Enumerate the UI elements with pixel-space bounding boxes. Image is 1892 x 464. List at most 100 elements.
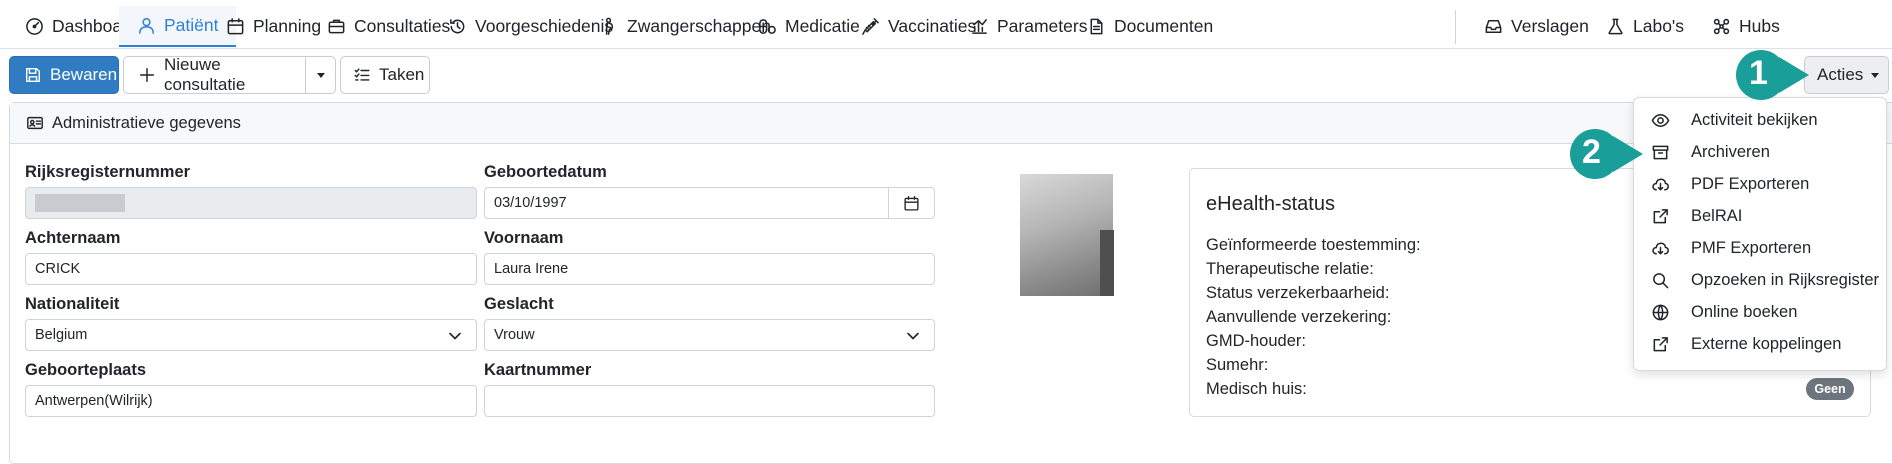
achternaam-field[interactable]: CRICK bbox=[25, 253, 477, 285]
external-link-icon bbox=[1651, 335, 1670, 354]
tab-patient[interactable]: Patiënt bbox=[119, 6, 237, 47]
chart-icon bbox=[970, 17, 989, 36]
document-icon bbox=[1087, 17, 1106, 36]
checklist-icon bbox=[353, 66, 371, 84]
nationaliteit-value: Belgium bbox=[35, 327, 88, 343]
tab-label: Vaccinaties bbox=[888, 16, 977, 36]
callout-step-1: 1 bbox=[1735, 49, 1811, 101]
menu-item-label: PDF Exporteren bbox=[1691, 174, 1810, 193]
kaartnummer-label: Kaartnummer bbox=[484, 361, 592, 379]
tab-label: Parameters bbox=[997, 16, 1088, 36]
tab-zwangerschappen[interactable]: Zwangerschappen bbox=[600, 6, 771, 47]
tab-separator bbox=[1455, 10, 1456, 44]
ehealth-row-aanvullende-verzekering: Aanvullende verzekering: bbox=[1206, 308, 1392, 326]
ehealth-title: eHealth-status bbox=[1206, 193, 1335, 215]
tab-verslagen[interactable]: Verslagen bbox=[1484, 6, 1589, 47]
tab-label: Documenten bbox=[1114, 16, 1214, 36]
menu-item-opzoeken-rijksregister[interactable]: Opzoeken in Rijksregister bbox=[1634, 265, 1886, 295]
kaartnummer-field[interactable] bbox=[484, 385, 935, 417]
date-picker-button[interactable] bbox=[888, 188, 934, 218]
menu-item-pdf-exporteren[interactable]: PDF Exporteren bbox=[1634, 169, 1886, 199]
menu-item-belrai[interactable]: BelRAI bbox=[1634, 201, 1886, 231]
menu-item-activiteit-bekijken[interactable]: Activiteit bekijken bbox=[1634, 105, 1886, 135]
callout-number: 2 bbox=[1582, 133, 1601, 171]
callout-step-2: 2 bbox=[1569, 128, 1645, 180]
tab-parameters[interactable]: Parameters bbox=[970, 6, 1087, 47]
patient-photo-shade bbox=[1100, 230, 1114, 296]
new-consultation-button[interactable]: Nieuwe consultatie bbox=[123, 55, 306, 94]
menu-item-archiveren[interactable]: Archiveren bbox=[1634, 137, 1886, 167]
menu-item-label: Activiteit bekijken bbox=[1691, 110, 1818, 129]
tab-planning[interactable]: Planning bbox=[226, 6, 321, 47]
ehealth-row-verzekerbaarheid: Status verzekerbaarheid: bbox=[1206, 284, 1390, 302]
tab-vaccinaties[interactable]: Vaccinaties bbox=[861, 6, 976, 47]
geboortedatum-field[interactable]: 03/10/1997 bbox=[484, 187, 935, 219]
tab-label: Zwangerschappen bbox=[627, 16, 771, 36]
tab-hubs[interactable]: Hubs bbox=[1712, 6, 1780, 47]
redacted-value bbox=[35, 194, 125, 212]
tab-voorgeschiedenis[interactable]: Voorgeschiedenis bbox=[448, 6, 613, 47]
menu-item-label: BelRAI bbox=[1691, 206, 1743, 225]
search-icon bbox=[1651, 271, 1670, 290]
tab-label: Verslagen bbox=[1511, 16, 1589, 36]
voornaam-value: Laura Irene bbox=[494, 261, 569, 277]
geslacht-select[interactable]: Vrouw bbox=[484, 319, 935, 351]
tab-label: Consultaties bbox=[354, 16, 451, 36]
geslacht-value: Vrouw bbox=[494, 327, 535, 343]
ehealth-row-sumehr: Sumehr: bbox=[1206, 356, 1269, 374]
new-consultation-label: Nieuwe consultatie bbox=[164, 55, 246, 94]
ehealth-row-gmd-houder: GMD-houder: bbox=[1206, 332, 1306, 350]
tab-label: Voorgeschiedenis bbox=[475, 16, 614, 36]
nationaliteit-label: Nationaliteit bbox=[25, 295, 120, 313]
plus-icon bbox=[138, 66, 156, 84]
ehealth-row-medisch-huis: Medisch huis: bbox=[1206, 380, 1307, 398]
cloud-download-icon bbox=[1651, 175, 1670, 194]
pregnancy-icon bbox=[600, 17, 619, 36]
calendar-icon bbox=[226, 17, 245, 36]
tab-consultaties[interactable]: Consultaties bbox=[327, 6, 450, 47]
inbox-icon bbox=[1484, 17, 1503, 36]
geboortedatum-label: Geboortedatum bbox=[484, 163, 607, 181]
menu-item-label: Archiveren bbox=[1691, 142, 1770, 161]
actions-dropdown-menu: Activiteit bekijken Archiveren PDF Expor… bbox=[1633, 97, 1887, 371]
ehealth-row-therapeutische-relatie: Therapeutische relatie: bbox=[1206, 260, 1374, 278]
achternaam-label: Achternaam bbox=[25, 229, 121, 247]
cloud-download-icon bbox=[1651, 239, 1670, 258]
card-title: Administratieve gegevens bbox=[52, 113, 241, 132]
new-consultation-dropdown-toggle[interactable] bbox=[305, 56, 336, 94]
main-tabs: Dashboard Patiënt Planning Consultaties … bbox=[0, 0, 1892, 49]
briefcase-icon bbox=[327, 17, 346, 36]
caret-down-icon bbox=[316, 72, 325, 78]
menu-item-externe-koppelingen[interactable]: Externe koppelingen bbox=[1634, 329, 1886, 359]
tab-medicatie[interactable]: Medicatie bbox=[758, 6, 860, 47]
tab-label: Patiënt bbox=[164, 15, 219, 35]
save-button-label: Bewaren bbox=[50, 65, 118, 84]
tab-labos[interactable]: Labo's bbox=[1606, 6, 1684, 47]
rijksregisternummer-label: Rijksregisternummer bbox=[25, 163, 191, 181]
tab-label: Labo's bbox=[1633, 16, 1685, 36]
voornaam-field[interactable]: Laura Irene bbox=[484, 253, 935, 285]
geboorteplaats-label: Geboorteplaats bbox=[25, 361, 147, 379]
dashboard-gauge-icon bbox=[25, 17, 44, 36]
globe-icon bbox=[1651, 303, 1670, 322]
menu-item-online-boeken[interactable]: Online boeken bbox=[1634, 297, 1886, 327]
nationaliteit-select[interactable]: Belgium bbox=[25, 319, 477, 351]
tasks-button-label: Taken bbox=[379, 65, 425, 84]
chevron-down-icon bbox=[448, 329, 462, 343]
save-button[interactable]: Bewaren bbox=[9, 56, 119, 94]
tab-documenten[interactable]: Documenten bbox=[1087, 6, 1213, 47]
achternaam-value: CRICK bbox=[35, 261, 81, 277]
menu-item-label: Opzoeken in Rijksregister bbox=[1691, 270, 1879, 289]
rijksregisternummer-field bbox=[25, 187, 477, 219]
hubs-icon bbox=[1712, 17, 1731, 36]
menu-item-label: Externe koppelingen bbox=[1691, 334, 1842, 353]
person-icon bbox=[137, 16, 156, 35]
tasks-button[interactable]: Taken bbox=[340, 56, 430, 94]
actions-button-label: Acties bbox=[1817, 65, 1864, 84]
calendar-icon bbox=[903, 195, 920, 212]
actions-dropdown-button[interactable]: Acties bbox=[1804, 56, 1889, 94]
flask-icon bbox=[1606, 17, 1625, 36]
menu-item-pmf-exporteren[interactable]: PMF Exporteren bbox=[1634, 233, 1886, 263]
geboorteplaats-field[interactable]: Antwerpen(Wilrijk) bbox=[25, 385, 477, 417]
geslacht-label: Geslacht bbox=[484, 295, 554, 313]
